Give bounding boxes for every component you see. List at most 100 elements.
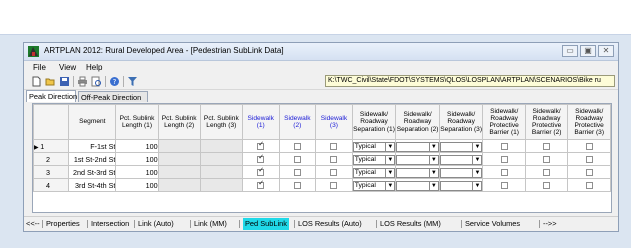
nav-los-results-auto[interactable]: LOS Results (Auto) [298,217,362,231]
separation-3-cell[interactable]: ▼ [438,165,484,179]
dropdown-arrow-icon[interactable]: ▼ [385,142,394,151]
nav-previous[interactable]: <<-- [26,217,40,231]
filter-icon[interactable] [127,76,138,87]
separation-2-dropdown[interactable]: ▼ [396,154,439,165]
separation-3-dropdown[interactable]: ▼ [440,180,482,191]
print-icon[interactable] [77,76,88,87]
barrier-2-cell[interactable] [524,178,569,192]
protective-barrier-1-checkbox[interactable] [500,169,508,177]
dropdown-arrow-icon[interactable]: ▼ [472,155,481,164]
nav-intersection[interactable]: Intersection [91,217,129,231]
pct-sublink-length-3-cell[interactable] [199,139,243,153]
protective-barrier-1-checkbox[interactable] [500,143,508,151]
protective-barrier-2-checkbox[interactable] [543,182,551,190]
separation-2-dropdown[interactable]: ▼ [396,180,439,191]
segment-cell[interactable]: 3rd St-4th St [68,178,117,192]
separation-1-cell[interactable]: Typical ▼ [351,139,397,153]
open-folder-icon[interactable] [45,76,56,87]
barrier-2-cell[interactable] [524,152,569,166]
protective-barrier-3-checkbox[interactable] [585,169,593,177]
pct-sublink-length-2-cell[interactable] [157,178,201,192]
tab-off-peak-direction[interactable]: Off-Peak Direction [78,91,148,102]
protective-barrier-1-checkbox[interactable] [500,156,508,164]
sidewalk-1-cell[interactable] [241,178,280,192]
sidewalk-2-cell[interactable] [278,139,317,153]
sidewalk-2-checkbox[interactable] [293,169,301,177]
print-preview-icon[interactable] [91,76,102,87]
separation-1-cell[interactable]: Typical ▼ [351,165,397,179]
separation-2-cell[interactable]: ▼ [395,165,440,179]
row-header[interactable]: 2 [32,152,70,166]
dropdown-arrow-icon[interactable]: ▼ [428,155,438,164]
separation-2-dropdown[interactable]: ▼ [396,141,439,152]
barrier-1-cell[interactable] [482,178,526,192]
separation-2-cell[interactable]: ▼ [395,178,440,192]
dropdown-arrow-icon[interactable]: ▼ [472,181,481,190]
row-header[interactable]: 3 [32,165,70,179]
nav-ped-sublink[interactable]: Ped SubLink [243,218,289,230]
sidewalk-3-cell[interactable] [315,139,353,153]
sidewalk-1-checkbox[interactable] [257,180,265,190]
barrier-3-cell[interactable] [567,152,611,166]
menu-file[interactable]: File [33,63,46,72]
protective-barrier-2-checkbox[interactable] [543,156,551,164]
dropdown-arrow-icon[interactable]: ▼ [385,155,394,164]
nav-next[interactable]: -->> [543,217,557,231]
sidewalk-3-cell[interactable] [315,152,353,166]
sidewalk-1-checkbox[interactable] [257,141,265,151]
pct-sublink-length-3-cell[interactable] [199,152,243,166]
sidewalk-2-checkbox[interactable] [293,156,301,164]
tab-peak-direction[interactable]: Peak Direction [26,90,77,102]
sidewalk-2-checkbox[interactable] [293,182,301,190]
segment-cell[interactable]: 2nd St-3rd St [68,165,117,179]
separation-3-dropdown[interactable]: ▼ [440,154,482,165]
title-bar[interactable]: ARTPLAN 2012: Rural Developed Area - [Pe… [24,43,618,61]
separation-1-dropdown[interactable]: Typical ▼ [353,167,395,178]
sidewalk-2-cell[interactable] [278,178,317,192]
separation-2-cell[interactable]: ▼ [395,152,440,166]
dropdown-arrow-icon[interactable]: ▼ [428,181,438,190]
save-icon[interactable] [59,76,70,87]
row-header[interactable]: ▶ 1 [32,139,70,153]
nav-service-volumes[interactable]: Service Volumes [465,217,520,231]
table-row[interactable]: 2 1st St-2nd St100 Typical ▼ ▼ ▼ [32,152,611,166]
close-button[interactable]: ✕ [598,45,614,57]
new-file-icon[interactable] [31,76,42,87]
protective-barrier-2-checkbox[interactable] [543,169,551,177]
sidewalk-2-cell[interactable] [278,152,317,166]
pct-sublink-length-2-cell[interactable] [157,139,201,153]
sidewalk-2-checkbox[interactable] [293,143,301,151]
barrier-1-cell[interactable] [482,139,526,153]
separation-1-dropdown[interactable]: Typical ▼ [353,154,395,165]
separation-2-dropdown[interactable]: ▼ [396,167,439,178]
menu-view[interactable]: View [59,63,76,72]
sidewalk-2-cell[interactable] [278,165,317,179]
separation-1-cell[interactable]: Typical ▼ [351,152,397,166]
sidewalk-3-checkbox[interactable] [330,143,338,151]
protective-barrier-1-checkbox[interactable] [500,182,508,190]
separation-3-cell[interactable]: ▼ [438,178,484,192]
separation-3-dropdown[interactable]: ▼ [440,167,482,178]
protective-barrier-3-checkbox[interactable] [585,143,593,151]
dropdown-arrow-icon[interactable]: ▼ [472,142,481,151]
table-row[interactable]: 3 2nd St-3rd St100 Typical ▼ ▼ ▼ [32,165,611,179]
separation-2-cell[interactable]: ▼ [395,139,440,153]
dropdown-arrow-icon[interactable]: ▼ [385,181,394,190]
sidewalk-1-cell[interactable] [241,152,280,166]
dropdown-arrow-icon[interactable]: ▼ [428,168,438,177]
barrier-3-cell[interactable] [567,139,611,153]
separation-1-cell[interactable]: Typical ▼ [351,178,397,192]
table-row[interactable]: ▶ 1F-1st St100 Typical ▼ ▼ ▼ [32,139,611,153]
sidewalk-1-checkbox[interactable] [257,154,265,164]
pct-sublink-length-2-cell[interactable] [157,152,201,166]
segment-cell[interactable]: 1st St-2nd St [68,152,117,166]
pct-sublink-length-3-cell[interactable] [199,165,243,179]
barrier-2-cell[interactable] [524,165,569,179]
sidewalk-1-checkbox[interactable] [257,167,265,177]
dropdown-arrow-icon[interactable]: ▼ [385,168,394,177]
barrier-3-cell[interactable] [567,178,611,192]
protective-barrier-3-checkbox[interactable] [585,156,593,164]
pct-sublink-length-1-cell[interactable]: 100 [115,178,159,192]
barrier-2-cell[interactable] [524,139,569,153]
separation-3-cell[interactable]: ▼ [438,139,484,153]
